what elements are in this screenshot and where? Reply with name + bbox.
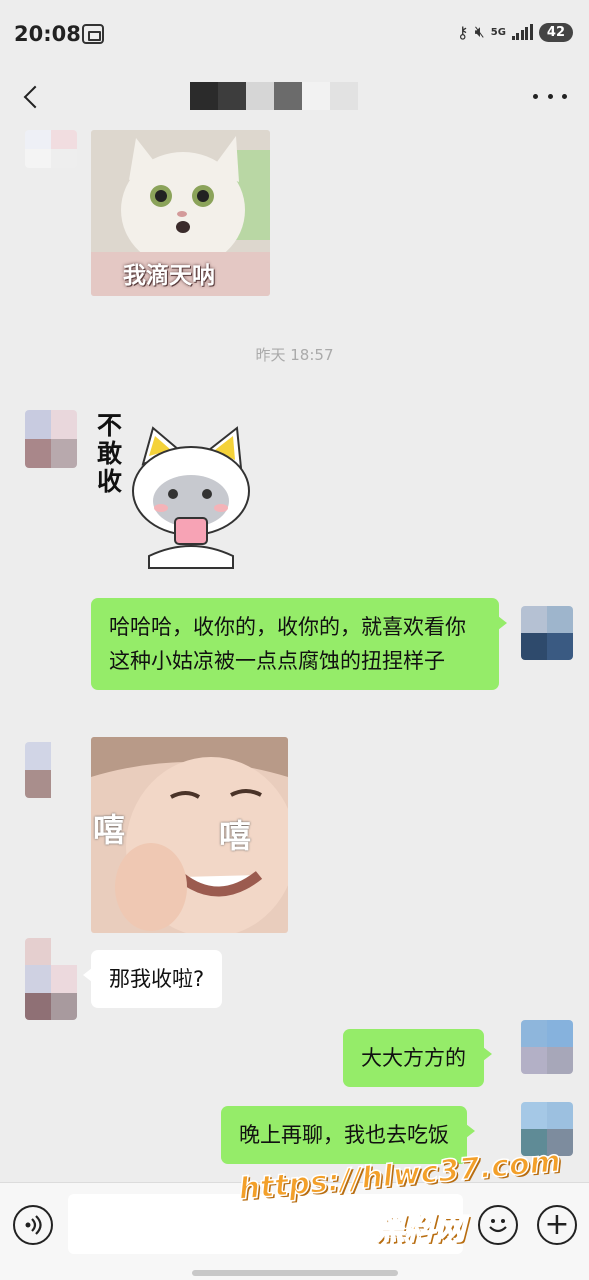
key-icon: ⚷ <box>456 22 469 42</box>
sticker-not-dare[interactable]: 不 敢 收 <box>91 406 261 574</box>
sticker-cat[interactable]: 我滴天呐 <box>91 130 270 296</box>
message-text: 那我收啦? <box>109 967 205 991</box>
watermark-brand: 黑料网 <box>374 1211 466 1248</box>
name-pixel <box>190 82 218 110</box>
plus-icon[interactable]: + <box>537 1205 577 1245</box>
signal-icon <box>511 24 533 40</box>
message-text: 晚上再聊，我也去吃饭 <box>239 1123 449 1147</box>
status-icons: ⚷ 🔇︎ 5G 42 <box>457 22 573 42</box>
message-bubble-mine[interactable]: 哈哈哈，收你的，收你的，就喜欢看你这种小姑凉被一点点腐蚀的扭捏样子 <box>91 598 507 690</box>
message-bubble-mine[interactable]: 大大方方的 <box>343 1029 492 1087</box>
sticker-baby[interactable]: 嘻 嘻 <box>91 737 288 933</box>
contact-name-pixelated <box>190 82 358 110</box>
status-time: 20:08 <box>14 22 81 46</box>
name-pixel <box>246 82 274 110</box>
sticker-caption: 不 敢 收 <box>97 411 123 496</box>
chat-timestamp: 昨天 18:57 <box>255 346 334 364</box>
sticker-caption-right: 嘻 <box>219 817 252 855</box>
chevron-left-icon[interactable] <box>14 78 48 116</box>
avatar-me[interactable] <box>521 1020 573 1074</box>
home-indicator[interactable] <box>192 1270 398 1276</box>
emoji-icon[interactable] <box>478 1205 518 1245</box>
battery-badge: 42 <box>538 22 573 42</box>
avatar-me[interactable] <box>521 606 573 660</box>
name-pixel <box>274 82 302 110</box>
sticker-caption: 我滴天呐 <box>123 263 215 289</box>
name-pixel <box>218 82 246 110</box>
network-type: 5G <box>490 26 506 38</box>
avatar-them[interactable] <box>25 938 77 1020</box>
message-bubble-theirs[interactable]: 那我收啦? <box>82 950 223 1008</box>
voice-glyph <box>25 1215 42 1235</box>
status-bar: 20:08 ⚷ 🔇︎ 5G 42 <box>0 0 589 70</box>
message-text: 哈哈哈，收你的，收你的，就喜欢看你这种小姑凉被一点点腐蚀的扭捏样子 <box>109 615 466 673</box>
ellipsis-icon[interactable] <box>533 84 567 108</box>
emoji-glyph <box>489 1219 507 1233</box>
name-pixel <box>302 82 330 110</box>
avatar-them[interactable] <box>25 742 77 798</box>
screenshot-icon <box>82 24 104 44</box>
mute-icon: 🔇︎ <box>474 22 485 41</box>
avatar-them[interactable] <box>25 410 77 468</box>
chat-header <box>0 70 589 126</box>
message-text: 大大方方的 <box>361 1046 466 1070</box>
voice-icon[interactable] <box>13 1205 53 1245</box>
sticker-caption-left: 嘻 <box>93 811 126 849</box>
avatar-them[interactable] <box>25 130 77 168</box>
name-pixel <box>330 82 358 110</box>
